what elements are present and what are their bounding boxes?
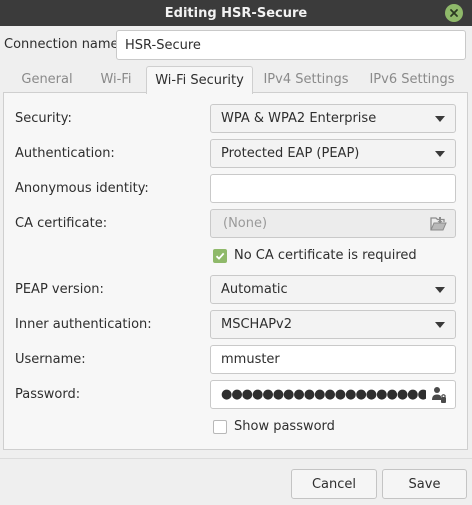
anonymous-identity-input[interactable] xyxy=(210,174,456,203)
tab-ipv6-settings[interactable]: IPv6 Settings xyxy=(362,66,462,93)
connection-name-label: Connection name: xyxy=(4,37,123,52)
tab-wifi[interactable]: Wi-Fi xyxy=(88,66,144,93)
tab-bar: General Wi-Fi Wi-Fi Security IPv4 Settin… xyxy=(0,66,472,94)
user-key-icon[interactable] xyxy=(431,386,447,404)
security-dropdown[interactable]: WPA & WPA2 Enterprise xyxy=(210,104,456,133)
peap-version-value: Automatic xyxy=(221,282,288,297)
inner-authentication-label: Inner authentication: xyxy=(15,317,152,332)
username-label: Username: xyxy=(15,352,86,367)
authentication-dropdown[interactable]: Protected EAP (PEAP) xyxy=(210,139,456,168)
security-label: Security: xyxy=(15,111,72,126)
chevron-down-icon xyxy=(435,116,445,122)
checkmark-icon xyxy=(215,252,225,260)
password-input[interactable]: ●●●●●●●●●●●●●●●●●●●●●●●●●●●●●●● xyxy=(210,380,456,409)
close-button[interactable] xyxy=(445,4,463,22)
ca-certificate-label: CA certificate: xyxy=(15,216,108,231)
no-ca-certificate-checkbox[interactable] xyxy=(213,248,227,263)
username-input[interactable]: mmuster xyxy=(210,345,456,374)
footer-divider xyxy=(0,458,472,459)
ca-certificate-chooser: (None) xyxy=(210,209,456,238)
window-title: Editing HSR-Secure xyxy=(164,5,308,21)
no-ca-certificate-checkbox-row[interactable]: No CA certificate is required xyxy=(213,248,417,263)
peap-version-label: PEAP version: xyxy=(15,282,104,297)
connection-name-row: Connection name: HSR-Secure xyxy=(0,26,472,66)
connection-name-input[interactable]: HSR-Secure xyxy=(116,30,466,60)
username-value: mmuster xyxy=(221,352,280,367)
connection-name-value: HSR-Secure xyxy=(125,37,201,53)
show-password-checkbox[interactable] xyxy=(213,419,227,434)
cancel-button[interactable]: Cancel xyxy=(291,469,377,499)
tab-general[interactable]: General xyxy=(8,66,86,93)
title-bar: Editing HSR-Secure xyxy=(0,0,472,26)
anonymous-identity-label: Anonymous identity: xyxy=(15,181,149,196)
chevron-down-icon xyxy=(435,287,445,293)
file-open-icon xyxy=(430,217,447,231)
chevron-down-icon xyxy=(435,322,445,328)
show-password-label: Show password xyxy=(234,419,335,434)
authentication-label: Authentication: xyxy=(15,146,115,161)
authentication-value: Protected EAP (PEAP) xyxy=(221,146,360,161)
password-value: ●●●●●●●●●●●●●●●●●●●●●●●●●●●●●●● xyxy=(221,387,426,402)
peap-version-dropdown[interactable]: Automatic xyxy=(210,275,456,304)
password-label: Password: xyxy=(15,387,81,402)
inner-authentication-dropdown[interactable]: MSCHAPv2 xyxy=(210,310,456,339)
chevron-down-icon xyxy=(435,151,445,157)
show-password-checkbox-row[interactable]: Show password xyxy=(213,419,335,434)
close-icon xyxy=(450,9,458,17)
no-ca-certificate-label: No CA certificate is required xyxy=(234,248,417,263)
ca-certificate-value: (None) xyxy=(223,216,268,231)
save-button[interactable]: Save xyxy=(382,469,467,499)
security-value: WPA & WPA2 Enterprise xyxy=(221,111,377,126)
inner-authentication-value: MSCHAPv2 xyxy=(221,317,293,332)
tab-ipv4-settings[interactable]: IPv4 Settings xyxy=(256,66,356,93)
tab-wifi-security[interactable]: Wi-Fi Security xyxy=(146,66,253,94)
